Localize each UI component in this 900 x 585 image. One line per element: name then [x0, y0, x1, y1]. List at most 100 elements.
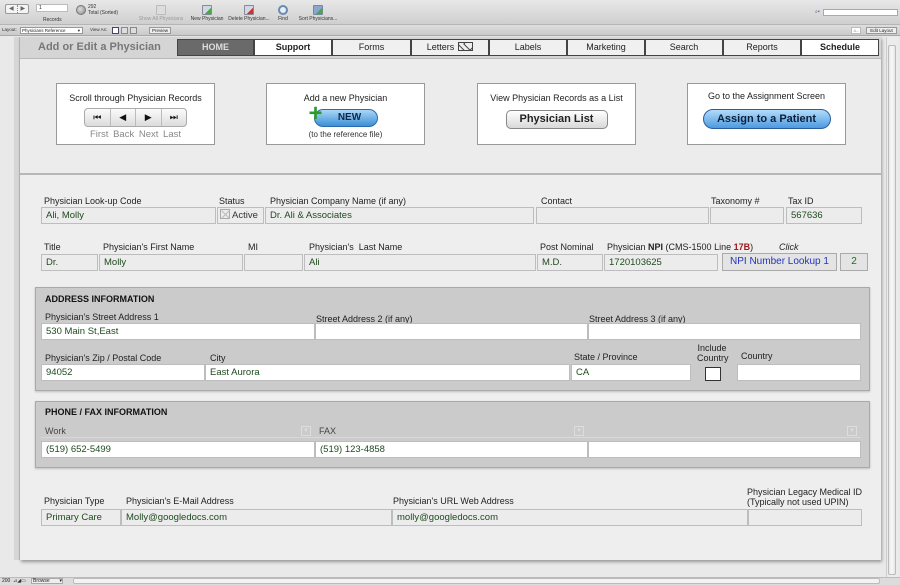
- state-field[interactable]: CA: [571, 364, 691, 381]
- view-as-form-button[interactable]: [112, 27, 119, 34]
- vertical-scroll-thumb[interactable]: [888, 45, 896, 575]
- last-record-icon[interactable]: ⏭: [160, 109, 187, 126]
- status-label: Status: [219, 196, 245, 206]
- phone-type-select-3[interactable]: [588, 424, 861, 438]
- tab-reports[interactable]: Reports: [723, 39, 801, 56]
- lookup-code-label: Physician Look-up Code: [44, 196, 142, 206]
- view-as-list-button[interactable]: [121, 27, 128, 34]
- npi-lookup-1-button[interactable]: NPI Number Lookup 1: [722, 253, 837, 271]
- email-field[interactable]: Molly@googledocs.com: [121, 509, 392, 526]
- npi-label: Physician NPI (CMS-1500 Line 17B): [607, 242, 754, 252]
- assignment-box: Go to the Assignment Screen Assign to a …: [687, 83, 846, 145]
- zip-field[interactable]: 94052: [41, 364, 205, 381]
- view-as-table-button[interactable]: [130, 27, 137, 34]
- edit-layout-button[interactable]: Edit Layout: [866, 27, 897, 34]
- phone-work-field[interactable]: (519) 652-5499: [41, 441, 315, 458]
- new-record-icon: [202, 5, 212, 15]
- new-physician-button[interactable]: New Physician: [188, 5, 226, 22]
- url-label: Physician's URL Web Address: [393, 496, 514, 506]
- sort-physicians-button[interactable]: Sort Physicians...: [297, 5, 339, 22]
- zoom-level[interactable]: 200: [2, 578, 10, 584]
- npi-field[interactable]: 1720103625: [604, 254, 718, 271]
- phone-third-field[interactable]: [588, 441, 861, 458]
- back-record-icon[interactable]: ◀: [109, 109, 136, 126]
- tab-labels[interactable]: Labels: [489, 39, 567, 56]
- physician-type-label: Physician Type: [44, 496, 105, 506]
- street3-field[interactable]: [588, 323, 861, 340]
- add-new-caption: Add a new Physician: [303, 93, 388, 103]
- show-all-button[interactable]: Show All Physicians: [138, 5, 184, 22]
- mi-label: MI: [248, 242, 258, 252]
- email-label: Physician's E-Mail Address: [126, 496, 234, 506]
- include-country-checkbox[interactable]: [705, 367, 721, 381]
- company-label: Physician Company Name (if any): [270, 196, 407, 206]
- status-field[interactable]: Active: [217, 207, 264, 224]
- chevron-down-icon[interactable]: ▼: [301, 426, 311, 436]
- title-label: Title: [44, 242, 61, 252]
- tax-id-field[interactable]: 567636: [786, 207, 862, 224]
- scroll-caption: Scroll through Physician Records: [69, 93, 202, 103]
- delete-physician-button[interactable]: Delete Physician...: [227, 5, 271, 22]
- legacy-id-field[interactable]: [748, 509, 862, 526]
- delete-record-icon: [244, 5, 254, 15]
- next-record-icon[interactable]: ▶: [135, 109, 161, 126]
- layout-select[interactable]: Physicians Reference ▾: [20, 27, 83, 34]
- post-nominal-field[interactable]: M.D.: [537, 254, 603, 271]
- current-record-field[interactable]: 1: [36, 4, 68, 12]
- chevron-down-icon[interactable]: ▼: [574, 426, 584, 436]
- tab-support[interactable]: Support: [254, 39, 332, 56]
- url-field[interactable]: molly@googledocs.com: [392, 509, 748, 526]
- assignment-caption: Go to the Assignment Screen: [707, 91, 826, 101]
- phone-heading: PHONE / FAX INFORMATION: [45, 407, 168, 417]
- first-record-icon[interactable]: ⏮: [85, 109, 110, 126]
- tab-home[interactable]: HOME: [177, 39, 254, 56]
- mode-select[interactable]: Browse ▾: [31, 578, 63, 584]
- new-physician-big-button[interactable]: + NEW: [309, 102, 378, 127]
- first-name-field[interactable]: Molly: [99, 254, 243, 271]
- find-button[interactable]: Find: [274, 5, 292, 22]
- chevron-down-icon[interactable]: ▼: [847, 426, 857, 436]
- add-new-subcaption: (to the reference file): [308, 130, 383, 139]
- records-label: Records: [43, 17, 62, 23]
- tab-forms[interactable]: Forms: [332, 39, 411, 56]
- contact-field[interactable]: [536, 207, 709, 224]
- horizontal-scrollbar[interactable]: [73, 578, 880, 584]
- company-field[interactable]: Dr. Ali & Associates: [265, 207, 534, 224]
- physician-type-field[interactable]: Primary Care: [41, 509, 121, 526]
- lookup-code-field[interactable]: Ali, Molly: [41, 207, 216, 224]
- tab-letters[interactable]: Letters: [411, 39, 489, 56]
- street2-field[interactable]: [315, 323, 588, 340]
- phone-type-select-2[interactable]: FAX: [315, 424, 588, 438]
- last-name-field[interactable]: Ali: [304, 254, 536, 271]
- sort-icon: [313, 5, 323, 15]
- country-field[interactable]: [737, 364, 861, 381]
- quick-find-input[interactable]: [823, 9, 898, 16]
- street1-field[interactable]: 530 Main St,East: [41, 323, 315, 340]
- page-title: Add or Edit a Physician: [38, 41, 161, 53]
- tab-search[interactable]: Search: [645, 39, 723, 56]
- tab-marketing[interactable]: Marketing: [567, 39, 645, 56]
- record-nav-arrows[interactable]: ◀ ▶: [5, 4, 29, 14]
- text-size-button[interactable]: A–: [851, 27, 861, 34]
- prev-record-icon[interactable]: ◀: [6, 5, 17, 13]
- last-label: Last: [163, 129, 182, 140]
- first-label: First: [89, 129, 109, 140]
- zoom-controls-icon[interactable]: ⊿◢▭: [13, 578, 26, 584]
- next-record-icon[interactable]: ▶: [16, 5, 29, 13]
- phone-type-select-1[interactable]: Work: [41, 424, 315, 438]
- record-pie-icon: [76, 5, 86, 15]
- mi-field[interactable]: [244, 254, 303, 271]
- phone-fax-field[interactable]: (519) 123-4858: [315, 441, 588, 458]
- preview-button[interactable]: Preview: [149, 27, 171, 34]
- tab-schedule[interactable]: Schedule: [801, 39, 879, 56]
- taxonomy-field[interactable]: [710, 207, 784, 224]
- title-field[interactable]: Dr.: [41, 254, 98, 271]
- active-checkbox[interactable]: [220, 209, 230, 219]
- tax-id-label: Tax ID: [788, 196, 814, 206]
- chevron-down-icon: ▾: [77, 28, 80, 33]
- npi-lookup-2-button[interactable]: 2: [840, 253, 868, 271]
- add-new-box: Add a new Physician + NEW (to the referen…: [266, 83, 425, 145]
- city-field[interactable]: East Aurora: [205, 364, 570, 381]
- physician-list-button[interactable]: Physician List: [505, 110, 608, 129]
- assign-to-patient-button[interactable]: Assign to a Patient: [702, 109, 831, 129]
